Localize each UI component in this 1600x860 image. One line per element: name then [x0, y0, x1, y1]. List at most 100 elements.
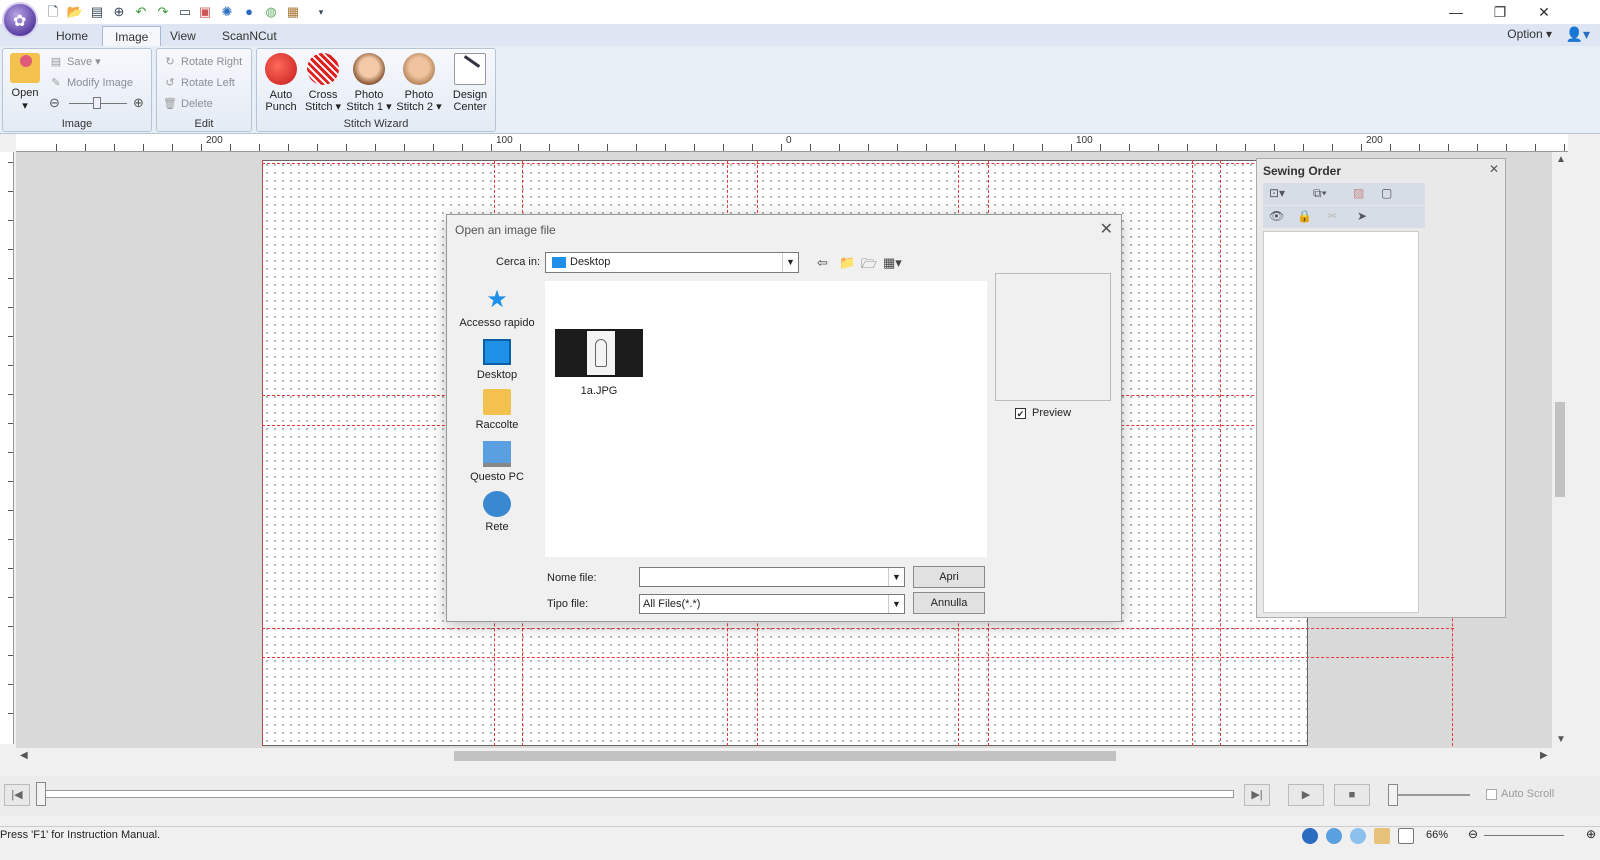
dialog-close-icon[interactable]: ✕ — [1100, 219, 1113, 239]
file-name-input[interactable] — [639, 567, 905, 587]
file-item[interactable]: 1a.JPG — [553, 329, 645, 397]
pointer-icon[interactable]: ➤ — [1357, 209, 1367, 223]
design-center-button[interactable]: Design Center — [447, 53, 493, 113]
status-zoom-slider[interactable] — [1484, 835, 1564, 836]
vertical-scroll-thumb[interactable] — [1555, 402, 1565, 497]
place-this-pc[interactable]: Questo PC — [457, 441, 537, 483]
status-zoom-out-icon[interactable]: ⊖ — [1468, 827, 1478, 841]
up-folder-icon[interactable]: 📁 — [839, 255, 855, 271]
minimize-icon[interactable]: — — [1436, 2, 1476, 22]
back-icon[interactable]: ⇦ — [817, 255, 828, 271]
visibility-icon[interactable]: 👁 — [1269, 209, 1284, 223]
zoom-thumb[interactable] — [93, 97, 101, 109]
tab-home[interactable]: Home — [44, 26, 100, 46]
quick-access-dropdown-icon[interactable]: ▾ — [312, 3, 330, 21]
rotate-left-button[interactable]: ↺ Rotate Left — [163, 74, 234, 92]
place-network[interactable]: Rete — [457, 491, 537, 533]
close-window-icon[interactable]: ✕ — [1524, 2, 1564, 22]
option-menu[interactable]: Option ▾ — [1507, 27, 1552, 41]
status-zoom-in-icon[interactable]: ⊕ — [1586, 827, 1596, 841]
stitch-progress-thumb[interactable] — [36, 782, 46, 806]
open-file-button[interactable]: Apri — [913, 566, 985, 588]
scroll-up-icon[interactable]: ▲ — [1556, 154, 1566, 165]
zoom-slider[interactable]: ⊖ ⊕ — [49, 95, 149, 113]
user-icon[interactable]: 👤▾ — [1566, 26, 1590, 43]
frame-icon[interactable]: ▢ — [1381, 186, 1392, 200]
ruler-tick — [404, 144, 405, 151]
zoom-in-icon[interactable]: ⊕ — [133, 95, 144, 111]
open-button[interactable]: Open ▾ — [7, 53, 43, 112]
place-quick-access[interactable]: ★ Accesso rapido — [457, 287, 537, 330]
save-button[interactable]: ▤ Save ▾ — [49, 53, 101, 71]
lock-icon[interactable]: 🔒 — [1297, 209, 1312, 223]
tab-view[interactable]: View — [158, 26, 208, 46]
horizontal-scroll-thumb[interactable] — [454, 751, 1116, 761]
scroll-left-icon[interactable]: ◀ — [20, 750, 28, 761]
realistic-view-status-icon[interactable] — [1350, 828, 1366, 844]
ruler-tick — [1187, 144, 1188, 151]
file-type-select[interactable]: All Files(*.*) ▼ — [639, 594, 905, 614]
photo-stitch-2-button[interactable]: Photo Stitch 2 ▾ — [395, 53, 443, 113]
sort-order-icon[interactable]: ⧉▾ — [1313, 186, 1327, 201]
scroll-down-icon[interactable]: ▼ — [1556, 734, 1566, 745]
tab-image[interactable]: Image — [102, 26, 162, 46]
zoom-icon[interactable]: ⊕ — [110, 3, 128, 21]
tab-scanncut[interactable]: ScanNCut — [210, 26, 289, 46]
look-in-select[interactable]: Desktop ▼ — [545, 252, 799, 273]
rotate-right-button[interactable]: ↻ Rotate Right — [163, 53, 242, 71]
play-icon[interactable]: ▶ — [1288, 784, 1324, 806]
modify-image-button[interactable]: ✎ Modify Image — [49, 74, 133, 92]
scissors-icon[interactable]: ✂ — [1327, 209, 1337, 223]
new-folder-icon[interactable]: 🗁 — [861, 255, 877, 277]
application-menu-button[interactable]: ✿ — [2, 2, 38, 38]
ruler-tick — [520, 144, 521, 151]
delete-button[interactable]: 🗑 Delete — [163, 95, 213, 113]
zoom-out-icon[interactable]: ⊖ — [49, 95, 60, 111]
page-view-icon[interactable] — [1398, 828, 1414, 844]
open-folder-icon[interactable]: 📂 — [66, 3, 84, 21]
transfer-icon[interactable]: ▣ — [196, 3, 214, 21]
close-panel-icon[interactable]: ✕ — [1489, 162, 1499, 176]
restore-icon[interactable]: ❐ — [1480, 2, 1520, 22]
ruler-tick — [8, 481, 13, 482]
sewing-order-list[interactable] — [1263, 231, 1419, 613]
realistic-view-icon[interactable]: ● — [240, 3, 258, 21]
photo-stitch-1-button[interactable]: Photo Stitch 1 ▾ — [345, 53, 393, 113]
file-list[interactable]: 1a.JPG — [545, 281, 987, 557]
ruler-tick — [8, 394, 13, 395]
ruler-tick — [1042, 144, 1043, 151]
new-file-icon[interactable]: 🗋 — [44, 3, 62, 21]
card-icon[interactable]: ▦ — [284, 3, 302, 21]
design-view-icon[interactable] — [1302, 828, 1318, 844]
preview-checkbox[interactable]: ✔ Preview — [1015, 407, 1071, 419]
vertical-scrollbar[interactable]: ▲ ▼ — [1552, 152, 1568, 748]
auto-scroll-box — [1486, 788, 1497, 800]
speed-slider[interactable] — [1390, 794, 1470, 796]
redo-icon[interactable]: ↷ — [154, 3, 172, 21]
grid-view-icon[interactable] — [1374, 828, 1390, 844]
place-libraries[interactable]: Raccolte — [457, 389, 537, 431]
stop-icon[interactable]: ■ — [1334, 784, 1370, 806]
color-merge-icon[interactable]: ▨ — [1353, 186, 1364, 200]
cross-stitch-button[interactable]: Cross Stitch ▾ — [301, 53, 345, 113]
view-menu-icon[interactable]: ▦▾ — [883, 255, 902, 271]
fit-view-icon[interactable]: ⊡▾ — [1269, 186, 1285, 200]
scroll-right-icon[interactable]: ▶ — [1540, 750, 1548, 761]
horizontal-scrollbar[interactable]: ◀ ▶ — [16, 748, 1552, 764]
go-to-start-icon[interactable]: |◀ — [4, 784, 30, 806]
stitch-view-icon[interactable]: ✺ — [218, 3, 236, 21]
auto-punch-button[interactable]: Auto Punch — [259, 53, 303, 113]
save-icon[interactable]: ▤ — [88, 3, 106, 21]
chevron-down-icon[interactable]: ▼ — [888, 568, 904, 586]
ruler-tick — [1564, 144, 1565, 151]
stitch-progress-track[interactable] — [38, 790, 1234, 798]
print-icon[interactable]: ▭ — [176, 3, 194, 21]
cancel-button[interactable]: Annulla — [913, 592, 985, 614]
auto-scroll-checkbox[interactable]: Auto Scroll — [1486, 788, 1554, 800]
undo-icon[interactable]: ↶ — [132, 3, 150, 21]
go-to-end-icon[interactable]: ▶| — [1244, 784, 1270, 806]
preview-icon[interactable]: ◍ — [262, 3, 280, 21]
place-desktop[interactable]: Desktop — [457, 339, 537, 381]
speed-thumb[interactable] — [1388, 784, 1398, 806]
stitch-view-status-icon[interactable] — [1326, 828, 1342, 844]
